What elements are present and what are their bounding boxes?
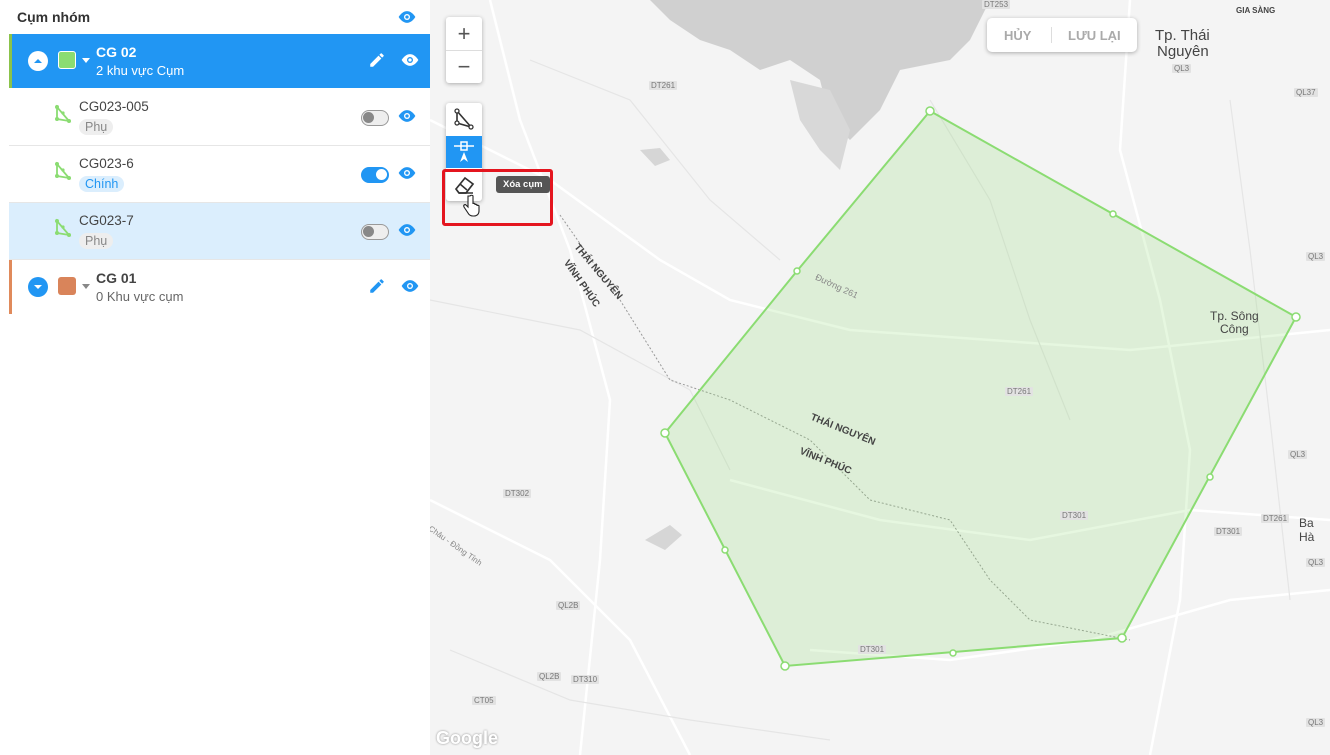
pencil-icon[interactable]: [368, 51, 386, 69]
chevron-down-icon[interactable]: [82, 58, 90, 63]
polygon-icon: [55, 218, 72, 237]
polygon-icon: [55, 104, 72, 123]
road-shield: QL3: [1306, 252, 1326, 261]
group-subtitle: 0 Khu vực cụm: [96, 289, 184, 304]
chevron-up-icon[interactable]: [28, 51, 48, 71]
map-label-city: Tp. Thái: [1155, 27, 1210, 44]
cluster-type-badge: Phụ: [79, 119, 114, 135]
panel-header: Cụm nhóm: [0, 0, 430, 34]
eye-icon[interactable]: [397, 166, 417, 180]
group-cg02[interactable]: CG 02 2 khu vực Cụm: [9, 34, 430, 88]
road-shield: QL3: [1306, 558, 1326, 567]
google-logo: Google: [436, 728, 498, 748]
road-shield: QL37: [1294, 88, 1318, 97]
road-shield: DT253: [982, 0, 1011, 9]
edit-actions: HỦY LƯU LẠI: [987, 18, 1137, 52]
map-label-city: Nguyên: [1157, 43, 1209, 60]
eye-icon[interactable]: [400, 279, 420, 293]
polygon-draw-icon: [454, 108, 474, 130]
road-shield: CT05: [472, 696, 496, 705]
cancel-button[interactable]: HỦY: [1004, 28, 1031, 43]
map-label-place: Ba Hà: [1299, 516, 1315, 544]
edit-vertex-icon: [454, 141, 474, 162]
primary-toggle[interactable]: [361, 224, 389, 240]
cluster-item[interactable]: CG023-7 Phụ: [9, 203, 430, 260]
road-shield: DT301: [1060, 511, 1089, 520]
eye-icon[interactable]: [397, 109, 417, 123]
road-shield: QL2B: [537, 672, 562, 681]
road-shield: DT261: [1261, 514, 1290, 523]
save-button[interactable]: LƯU LẠI: [1068, 28, 1121, 43]
cluster-item[interactable]: CG023-6 Chính: [9, 146, 430, 203]
cluster-type-badge: Chính: [79, 176, 125, 192]
road-shield: QL2B: [556, 601, 581, 610]
polygon-icon: [55, 161, 72, 180]
edit-vertices-button[interactable]: [446, 136, 482, 168]
cluster-name: CG023-7: [79, 213, 134, 228]
zoom-control: + −: [446, 17, 482, 83]
tooltip: Xóa cụm: [496, 176, 550, 193]
road-shield: QL3: [1172, 64, 1192, 73]
cluster-item[interactable]: CG023-005 Phụ: [9, 89, 430, 146]
eye-icon[interactable]: [400, 53, 420, 67]
group-name: CG 02: [96, 44, 137, 60]
map-base: [430, 0, 1330, 755]
cluster-name: CG023-005: [79, 99, 149, 114]
zoom-out-button[interactable]: −: [446, 51, 482, 83]
panel-title: Cụm nhóm: [17, 9, 91, 25]
map-label-place: GIA SÀNG: [1236, 6, 1276, 15]
group-color-swatch[interactable]: [58, 277, 76, 295]
group-subtitle: 2 khu vực Cụm: [96, 63, 185, 78]
cluster-group-panel: Cụm nhóm CG 02 2 khu vực Cụm CG023-005 P…: [0, 0, 430, 755]
map-canvas[interactable]: Tp. Thái Nguyên Tp. Sông Công THÁI NGUYÊ…: [430, 0, 1330, 755]
draw-polygon-button[interactable]: [446, 103, 482, 135]
road-shield: QL3: [1288, 450, 1308, 459]
chevron-down-icon[interactable]: [82, 284, 90, 289]
map-label-city: Công: [1220, 322, 1249, 336]
chevron-down-icon[interactable]: [28, 277, 48, 297]
pencil-icon[interactable]: [368, 277, 386, 295]
group-cg01[interactable]: CG 01 0 Khu vực cụm: [9, 260, 430, 314]
hand-cursor-icon: [463, 194, 480, 217]
map-label-city: Tp. Sông: [1210, 309, 1259, 323]
road-shield: DT310: [571, 675, 600, 684]
eye-icon[interactable]: [397, 223, 417, 237]
cluster-type-badge: Phụ: [79, 233, 114, 249]
road-shield: QL3: [1306, 718, 1326, 727]
road-shield: DT301: [858, 645, 887, 654]
primary-toggle[interactable]: [361, 110, 389, 126]
group-name: CG 01: [96, 270, 137, 286]
eye-icon[interactable]: [397, 10, 417, 24]
road-shield: DT301: [1214, 527, 1243, 536]
group-color-swatch[interactable]: [58, 51, 76, 69]
road-shield: DT261: [649, 81, 678, 90]
road-shield: DT261: [1005, 387, 1034, 396]
zoom-in-button[interactable]: +: [446, 18, 482, 51]
cluster-name: CG023-6: [79, 156, 134, 171]
primary-toggle[interactable]: [361, 167, 389, 183]
road-shield: DT302: [503, 489, 532, 498]
